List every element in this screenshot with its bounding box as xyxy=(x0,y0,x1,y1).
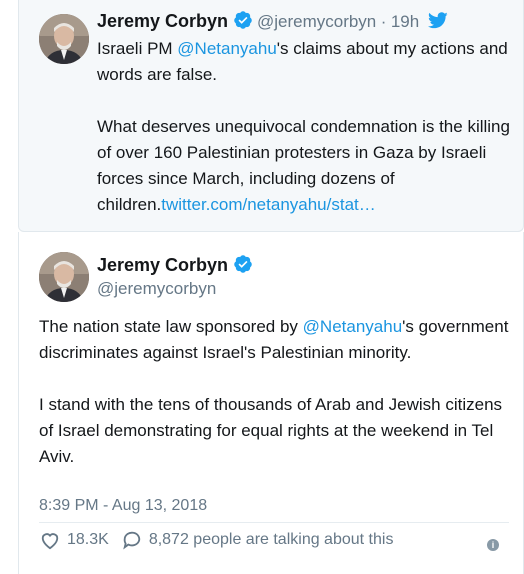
avatar[interactable] xyxy=(39,14,89,64)
quoted-tweet-text: Israeli PM @Netanyahu's claims about my … xyxy=(97,36,517,218)
author-handle[interactable]: @jeremycorbyn xyxy=(257,12,376,31)
text-segment: Israeli PM xyxy=(97,39,178,58)
twitter-bird-icon[interactable] xyxy=(427,12,448,29)
author-name[interactable]: Jeremy Corbyn xyxy=(97,255,228,275)
mention-link[interactable]: @Netanyahu xyxy=(177,39,277,58)
speech-bubble-icon[interactable] xyxy=(121,530,143,550)
verified-badge-icon xyxy=(233,254,253,274)
paragraph: What deserves unequivocal condemnation i… xyxy=(97,114,517,218)
text-segment: The nation state law sponsored by xyxy=(39,317,303,336)
quoted-tweet-card[interactable]: Jeremy Corbyn @jeremycorbyn · 19h Israel… xyxy=(18,0,524,232)
avatar[interactable] xyxy=(39,252,89,302)
author-name[interactable]: Jeremy Corbyn xyxy=(97,11,228,31)
verified-badge-icon xyxy=(233,10,253,30)
tweet-text: The nation state law sponsored by @Netan… xyxy=(39,314,509,470)
tweet-actions: 18.3K 8,872 people are talking about thi… xyxy=(39,530,405,550)
mention-link[interactable]: @Netanyahu xyxy=(303,317,403,336)
paragraph: The nation state law sponsored by @Netan… xyxy=(39,314,509,366)
avatar-image xyxy=(39,14,89,64)
divider xyxy=(39,522,509,523)
url-link[interactable]: twitter.com/netanyahu/stat… xyxy=(161,195,376,214)
quoted-tweet-header: Jeremy Corbyn @jeremycorbyn · 19h xyxy=(97,10,448,32)
paragraph: Israeli PM @Netanyahu's claims about my … xyxy=(97,36,517,88)
author-handle[interactable]: @jeremycorbyn xyxy=(97,279,216,299)
paragraph: I stand with the tens of thousands of Ar… xyxy=(39,395,503,466)
heart-icon[interactable] xyxy=(39,530,61,550)
info-icon[interactable]: i xyxy=(487,539,499,551)
main-tweet: Jeremy Corbyn @jeremycorbyn The nation s… xyxy=(18,232,524,574)
tweet-time[interactable]: 19h xyxy=(391,12,419,31)
talking-count[interactable]: 8,872 people are talking about this xyxy=(149,531,394,549)
like-count[interactable]: 18.3K xyxy=(67,531,109,549)
tweet-timestamp[interactable]: 8:39 PM - Aug 13, 2018 xyxy=(39,497,207,515)
author-name-row: Jeremy Corbyn xyxy=(97,254,253,276)
avatar-image xyxy=(39,252,89,302)
separator-dot: · xyxy=(380,12,387,31)
